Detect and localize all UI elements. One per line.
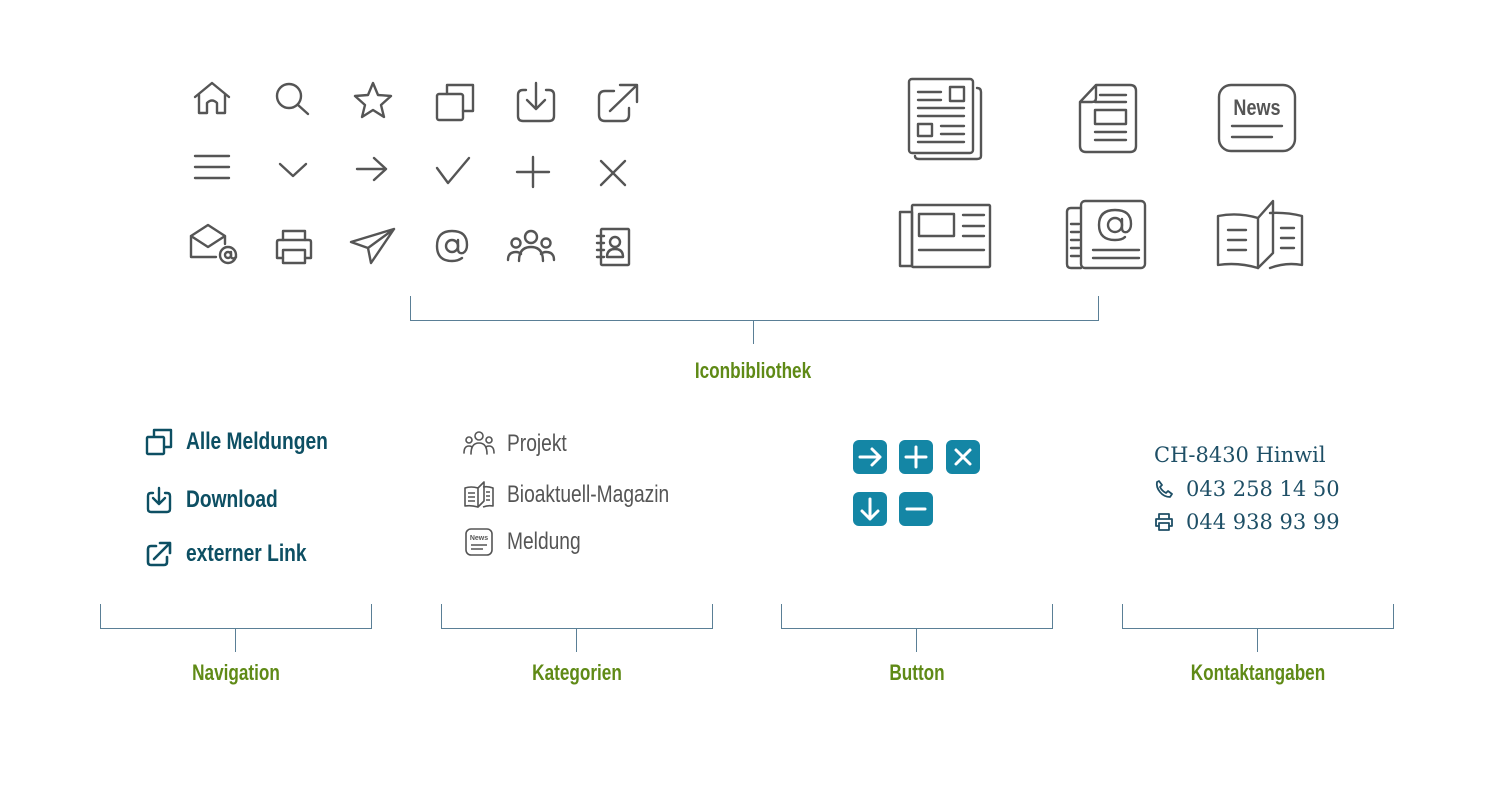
bracket-right-tick — [712, 604, 713, 628]
bracket-line — [100, 628, 372, 629]
kontaktangaben-label: Kontaktangaben — [1190, 660, 1326, 685]
arrow-right-icon — [354, 155, 390, 183]
bracket-right-tick — [1393, 604, 1394, 628]
external-link-icon — [596, 82, 640, 124]
nav-link-externer-link[interactable]: externer Link — [145, 540, 337, 568]
fax-number: 044 938 93 99 — [1186, 510, 1340, 534]
fax-line: 044 938 93 99 — [1154, 510, 1340, 534]
bracket-left-tick — [410, 296, 411, 320]
minus-icon — [905, 507, 927, 511]
bracket-right-tick — [371, 604, 372, 628]
nav-link-alle-meldungen[interactable]: Alle Meldungen — [145, 428, 363, 456]
chevron-down-icon — [276, 158, 310, 180]
bracket-line — [441, 628, 713, 629]
category-bioaktuell-magazin[interactable]: Bioaktuell-Magazin — [463, 481, 710, 509]
copy-icon — [434, 82, 476, 122]
bracket-stem — [576, 628, 577, 652]
kategorien-label: Kategorien — [532, 660, 622, 685]
at-icon — [434, 228, 470, 264]
bracket-line — [1122, 628, 1394, 629]
magazine-icon — [1214, 198, 1306, 272]
category-projekt[interactable]: Projekt — [463, 430, 582, 458]
bracket-stem — [916, 628, 917, 652]
bracket-left-tick — [1122, 604, 1123, 628]
bracket-stem — [753, 320, 754, 344]
bracket-stem — [235, 628, 236, 652]
close-icon — [597, 158, 629, 188]
address: CH-8430 Hinwil — [1154, 443, 1326, 467]
bracket-stem — [1257, 628, 1258, 652]
printer-icon — [273, 228, 315, 266]
group-icon — [463, 430, 495, 458]
close-button[interactable] — [946, 440, 980, 474]
copy-icon — [145, 428, 173, 456]
button-label: Button — [889, 660, 945, 685]
plus-button[interactable] — [899, 440, 933, 474]
news-badge-icon: News — [463, 528, 495, 556]
svg-text:News: News — [1233, 96, 1280, 120]
nav-link-download[interactable]: Download — [145, 486, 301, 514]
send-icon — [348, 226, 398, 266]
arrow-right-button[interactable] — [853, 440, 887, 474]
category-label: Meldung — [507, 528, 581, 555]
close-icon — [954, 448, 972, 466]
bracket-left-tick — [441, 604, 442, 628]
star-icon — [352, 80, 394, 120]
menu-icon — [192, 152, 232, 182]
home-icon — [192, 80, 232, 116]
phone-line[interactable]: 043 258 14 50 — [1154, 477, 1340, 501]
bracket-right-tick — [1098, 296, 1099, 320]
category-label: Projekt — [507, 430, 567, 457]
category-label: Bioaktuell-Magazin — [507, 481, 670, 508]
external-link-icon — [145, 540, 173, 568]
arrow-down-button[interactable] — [853, 492, 887, 526]
document-icon — [1076, 82, 1140, 156]
phone-icon — [1154, 479, 1174, 499]
bracket-right-tick — [1052, 604, 1053, 628]
newspaper-stack-icon — [905, 76, 985, 162]
nav-link-label: Download — [186, 486, 278, 513]
svg-text:News: News — [470, 535, 488, 542]
newspaper-icon — [896, 200, 994, 272]
download-icon — [145, 486, 173, 514]
nav-link-label: Alle Meldungen — [186, 428, 328, 455]
arrow-down-icon — [860, 497, 880, 521]
nav-link-label: externer Link — [186, 540, 307, 567]
group-icon — [505, 228, 557, 264]
printer-icon — [1154, 512, 1174, 532]
plus-icon — [514, 154, 552, 190]
phone-number: 043 258 14 50 — [1186, 477, 1340, 501]
navigation-label: Navigation — [192, 660, 280, 685]
newsletter-at-icon — [1063, 198, 1149, 272]
plus-icon — [904, 445, 928, 469]
minus-button[interactable] — [899, 492, 933, 526]
address-text: CH-8430 Hinwil — [1154, 443, 1326, 467]
category-meldung[interactable]: News Meldung — [463, 528, 599, 556]
news-badge-icon: News — [1216, 82, 1298, 154]
iconbibliothek-label: Iconbibliothek — [694, 358, 812, 383]
search-icon — [272, 80, 312, 116]
bracket-line — [410, 320, 1099, 321]
bracket-line — [781, 628, 1053, 629]
address-book-icon — [594, 226, 632, 268]
magazine-icon — [463, 481, 495, 509]
mail-at-icon — [188, 222, 240, 266]
download-icon — [514, 80, 558, 124]
check-icon — [434, 155, 472, 187]
arrow-right-icon — [858, 447, 882, 467]
bracket-left-tick — [100, 604, 101, 628]
bracket-left-tick — [781, 604, 782, 628]
